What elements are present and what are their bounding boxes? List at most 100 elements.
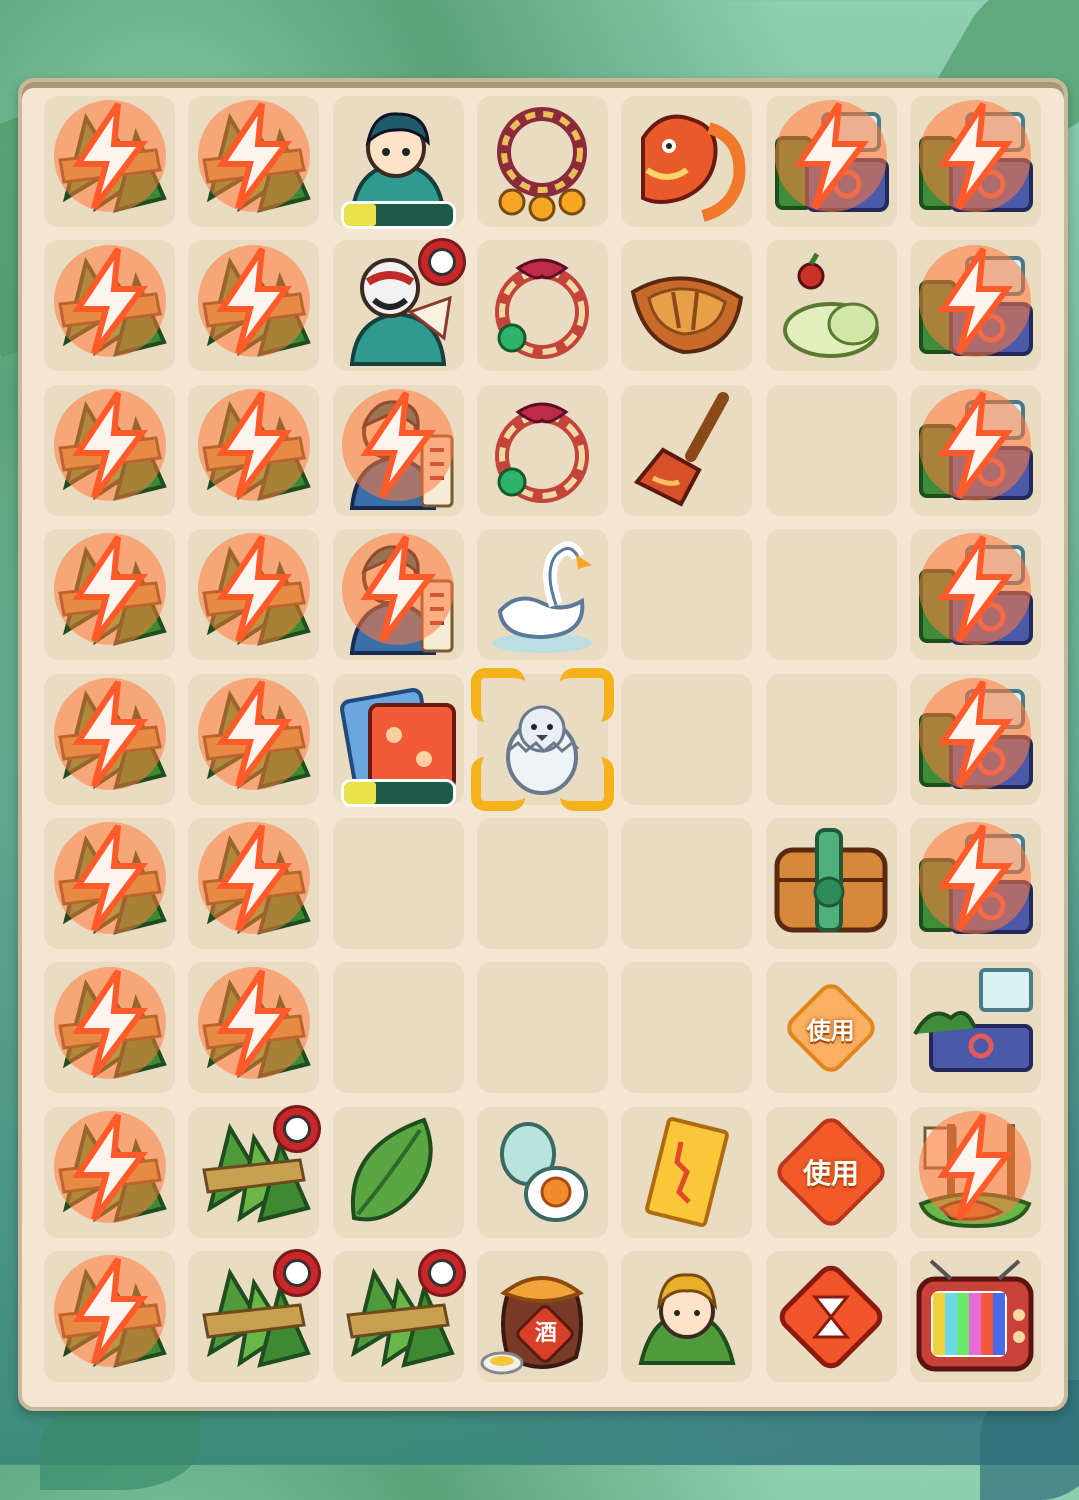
- market-stall-icon[interactable]: [910, 962, 1041, 1093]
- board-cell-r4-c3[interactable]: [332, 529, 464, 661]
- tv-icon[interactable]: [910, 1251, 1041, 1382]
- hourglass-token-icon[interactable]: [766, 1251, 897, 1382]
- board-cell-r8-c7[interactable]: [909, 1106, 1041, 1238]
- board-cell-r4-c2[interactable]: [188, 529, 320, 661]
- zongzi-icon[interactable]: [44, 1251, 175, 1382]
- board-cell-r6-c4[interactable]: [476, 818, 608, 949]
- board-cell-r4-c5[interactable]: [621, 529, 753, 661]
- board-cell-r8-c5[interactable]: [621, 1106, 753, 1238]
- board-cell-r9-c1[interactable]: [44, 1251, 175, 1383]
- board-cell-r5-c2[interactable]: [188, 673, 320, 805]
- board-cell-r5-c4[interactable]: [470, 667, 614, 811]
- board-cell-r9-c6[interactable]: [765, 1251, 897, 1383]
- hatching-egg-icon[interactable]: [470, 667, 614, 811]
- board-cell-r1-c7[interactable]: [909, 96, 1041, 227]
- reed-stall-generator-icon[interactable]: [766, 96, 897, 227]
- board-cell-r2-c1[interactable]: [44, 240, 175, 372]
- salted-egg-icon[interactable]: [477, 1107, 608, 1238]
- reed-stall-generator-icon[interactable]: [910, 385, 1041, 516]
- reed-stall-generator-icon[interactable]: [910, 96, 1041, 227]
- dragon-head-icon[interactable]: [621, 96, 752, 227]
- calligrapher-character-icon[interactable]: [333, 385, 464, 516]
- jade-bracelet-icon[interactable]: [477, 385, 608, 516]
- board-cell-r5-c1[interactable]: [44, 673, 175, 805]
- use-button[interactable]: 使用: [781, 978, 881, 1078]
- jade-bracelet-icon[interactable]: [477, 240, 608, 371]
- red-envelope-icon[interactable]: [333, 674, 464, 807]
- board-cell-r7-c2[interactable]: [188, 962, 320, 1094]
- board-cell-r4-c6[interactable]: [765, 529, 897, 661]
- zongzi-icon[interactable]: [44, 240, 175, 371]
- board-cell-r9-c5[interactable]: [621, 1251, 753, 1383]
- zongzi-icon[interactable]: [188, 240, 319, 371]
- rice-dumpling-bun-icon[interactable]: [766, 240, 897, 371]
- board-cell-r6-c2[interactable]: [188, 818, 320, 949]
- board-cell-r6-c3[interactable]: [332, 818, 464, 949]
- reed-stall-generator-icon[interactable]: [910, 818, 1041, 949]
- board-cell-r8-c2[interactable]: [188, 1104, 322, 1238]
- use-token-small-icon[interactable]: 使用: [766, 962, 897, 1093]
- board-cell-r2-c3[interactable]: [332, 238, 466, 372]
- board-cell-r6-c5[interactable]: [621, 818, 753, 949]
- zongzi-icon[interactable]: [188, 818, 319, 949]
- board-cell-r7-c7[interactable]: [909, 962, 1041, 1094]
- zongzi-icon[interactable]: [188, 1104, 322, 1238]
- zongzi-icon[interactable]: [44, 529, 175, 660]
- zongzi-baby-icon[interactable]: [621, 1251, 752, 1382]
- board-cell-r7-c3[interactable]: [332, 962, 464, 1094]
- zongzi-icon[interactable]: [333, 1249, 466, 1382]
- board-cell-r3-c4[interactable]: [476, 384, 608, 516]
- zongzi-icon[interactable]: [44, 96, 175, 227]
- board-cell-r1-c5[interactable]: [621, 96, 753, 227]
- boat-workshop-icon[interactable]: [910, 1107, 1041, 1238]
- zongzi-icon[interactable]: [188, 529, 319, 660]
- zongzi-icon[interactable]: [188, 96, 319, 227]
- zongzi-icon[interactable]: [44, 818, 175, 949]
- paddle-icon[interactable]: [621, 385, 752, 516]
- board-cell-r1-c2[interactable]: [188, 96, 320, 227]
- board-cell-r1-c1[interactable]: [44, 96, 175, 227]
- board-cell-r9-c3[interactable]: [332, 1249, 466, 1383]
- board-cell-r7-c5[interactable]: [621, 962, 753, 1094]
- board-cell-r6-c1[interactable]: [44, 818, 175, 949]
- zongzi-icon[interactable]: [44, 1107, 175, 1238]
- board-cell-r2-c2[interactable]: [188, 240, 320, 372]
- board-cell-r1-c6[interactable]: [765, 96, 897, 227]
- board-cell-r3-c5[interactable]: [621, 384, 753, 516]
- board-cell-r8-c6[interactable]: 使用: [765, 1106, 897, 1238]
- board-cell-r2-c5[interactable]: [621, 240, 753, 372]
- scholar-character-icon[interactable]: [333, 96, 464, 229]
- board-cell-r9-c2[interactable]: [188, 1249, 322, 1383]
- board-cell-r1-c4[interactable]: [476, 96, 608, 227]
- board-cell-r7-c6[interactable]: 使用: [765, 962, 897, 1094]
- bell-bracelet-icon[interactable]: [477, 96, 608, 227]
- dragon-boat-icon[interactable]: [621, 240, 752, 371]
- board-cell-r5-c5[interactable]: [621, 673, 753, 805]
- board-cell-r8-c3[interactable]: [332, 1106, 464, 1238]
- board-cell-r3-c6[interactable]: [765, 384, 897, 516]
- board-cell-r8-c1[interactable]: [44, 1106, 175, 1238]
- board-cell-r9-c7[interactable]: [909, 1251, 1041, 1383]
- board-cell-r9-c4[interactable]: 酒: [476, 1251, 608, 1383]
- board-cell-r4-c4[interactable]: [476, 529, 608, 661]
- zongzi-icon[interactable]: [44, 385, 175, 516]
- board-cell-r2-c6[interactable]: [765, 240, 897, 372]
- board-cell-r3-c3[interactable]: [332, 384, 464, 516]
- board-cell-r4-c1[interactable]: [44, 529, 175, 661]
- use-token-icon[interactable]: 使用: [766, 1107, 897, 1238]
- board-cell-r3-c7[interactable]: [909, 384, 1041, 516]
- opera-character-icon[interactable]: [333, 238, 466, 371]
- board-cell-r5-c3[interactable]: [332, 673, 464, 807]
- board-cell-r3-c2[interactable]: [188, 384, 320, 516]
- reed-stall-generator-icon[interactable]: [910, 240, 1041, 371]
- board-cell-r3-c1[interactable]: [44, 384, 175, 516]
- leaf-icon[interactable]: [333, 1107, 464, 1238]
- board-cell-r7-c1[interactable]: [44, 962, 175, 1094]
- board-cell-r5-c6[interactable]: [765, 673, 897, 805]
- zongzi-icon[interactable]: [44, 674, 175, 805]
- paper-charm-icon[interactable]: [621, 1107, 752, 1238]
- board-cell-r1-c3[interactable]: [332, 96, 464, 229]
- treasure-chest-icon[interactable]: [766, 818, 897, 949]
- use-button[interactable]: 使用: [771, 1112, 891, 1232]
- board-cell-r8-c4[interactable]: [476, 1106, 608, 1238]
